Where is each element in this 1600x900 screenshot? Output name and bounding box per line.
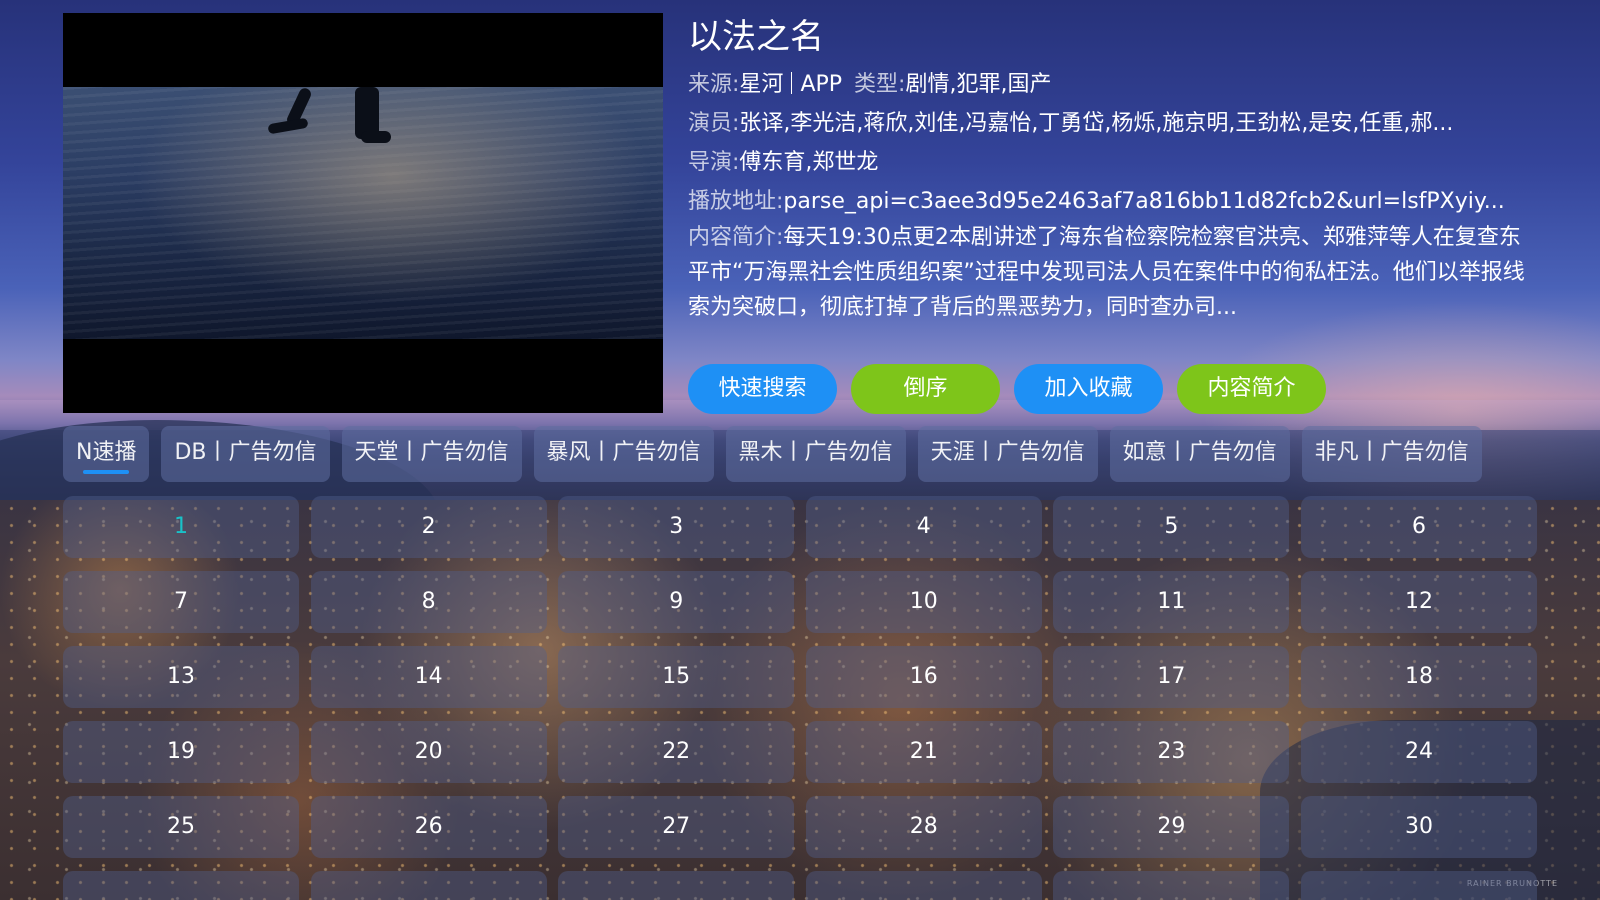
source-tab-label: 非凡丨广告勿信	[1314, 440, 1469, 465]
source-tab-label: 天堂丨广告勿信	[354, 440, 509, 465]
episode-button[interactable]: 21	[805, 721, 1042, 783]
episode-button[interactable]: 30	[1300, 796, 1537, 858]
episode-button[interactable]: 14	[310, 646, 547, 708]
episode-button[interactable]: 1	[63, 496, 299, 558]
source-tab-heimu[interactable]: 黑木丨广告勿信	[725, 426, 906, 482]
episode-button[interactable]: 26	[310, 796, 547, 858]
episode-button[interactable]: 17	[1053, 646, 1290, 708]
episode-button[interactable]: 24	[1300, 721, 1537, 783]
video-info-panel: 以法之名 来源:星河 APP 类型:剧情,犯罪,国产 演员:张译,李光洁,蒋欣,刘佳…	[688, 15, 1548, 325]
episode-button[interactable]: 5	[1053, 496, 1290, 558]
summary-label: 内容简介:	[688, 225, 784, 250]
episode-button[interactable]	[805, 871, 1042, 900]
director-label: 导演:	[688, 150, 740, 175]
episode-button[interactable]	[1300, 871, 1537, 900]
cast-value: 张译,李光洁,蒋欣,刘佳,冯嘉怡,丁勇岱,杨烁,施京明,王劲松,是安,任重,郝.…	[739, 111, 1454, 136]
director-line: 导演:傅东育,郑世龙	[688, 150, 1538, 176]
episode-button[interactable]: 2	[310, 496, 547, 558]
episode-button[interactable]: 12	[1300, 571, 1537, 633]
video-player[interactable]	[63, 13, 663, 413]
video-figure	[263, 86, 403, 147]
video-title: 以法之名	[688, 17, 824, 57]
episode-button[interactable]: 11	[1053, 571, 1290, 633]
episode-button[interactable]	[310, 871, 547, 900]
genre-label: 类型:	[854, 72, 906, 97]
source-label: 来源:	[688, 72, 740, 97]
episode-button[interactable]: 8	[310, 571, 547, 633]
add-favorite-button[interactable]: 加入收藏	[1014, 364, 1163, 414]
source-tab-label: 如意丨广告勿信	[1122, 440, 1277, 465]
source-tab-nsubo[interactable]: N速播	[63, 426, 150, 482]
episode-button[interactable]: 7	[63, 571, 299, 633]
source-tab-ruyi[interactable]: 如意丨广告勿信	[1109, 426, 1290, 482]
play-url-value: parse_api=c3aee3d95e2463af7a816bb11d82fc…	[783, 189, 1505, 214]
episode-button[interactable]	[1053, 871, 1290, 900]
episode-button[interactable]	[558, 871, 795, 900]
episode-button[interactable]: 20	[310, 721, 547, 783]
source-tab-db[interactable]: DB丨广告勿信	[161, 426, 330, 482]
source-line: 来源:星河 APP 类型:剧情,犯罪,国产	[688, 72, 1538, 98]
episode-button[interactable]: 6	[1300, 496, 1537, 558]
episode-button[interactable]: 19	[63, 721, 299, 783]
episode-button[interactable]: 16	[805, 646, 1042, 708]
episode-button[interactable]: 23	[1053, 721, 1290, 783]
source-tab-label: N速播	[76, 440, 137, 465]
episode-button[interactable]	[63, 871, 299, 900]
play-url-line: 播放地址:parse_api=c3aee3d95e2463af7a816bb11…	[688, 189, 1538, 215]
source-tab-feifan[interactable]: 非凡丨广告勿信	[1301, 426, 1482, 482]
source-tab-label: 天涯丨广告勿信	[930, 440, 1085, 465]
episode-grid: 1 2 3 4 5 6 7 8 9 10 11 12 13 14 15 16 17 18 19 20 22 21 23 24 2…	[63, 496, 1537, 900]
summary-text: 内容简介:每天19:30点更2本剧讲述了海东省检察院检察官洪亮、郑雅萍等人在复查…	[688, 220, 1538, 325]
reverse-order-button[interactable]: 倒序	[851, 364, 1000, 414]
episode-button[interactable]: 3	[558, 496, 795, 558]
episode-button[interactable]: 13	[63, 646, 299, 708]
source-tab-baofeng[interactable]: 暴风丨广告勿信	[533, 426, 714, 482]
genre-value: 剧情,犯罪,国产	[905, 72, 1052, 97]
cast-label: 演员:	[688, 111, 740, 136]
source-tab-tianya[interactable]: 天涯丨广告勿信	[917, 426, 1098, 482]
summary-value: 每天19:30点更2本剧讲述了海东省检察院检察官洪亮、郑雅萍等人在复查东平市“万…	[688, 225, 1525, 320]
source-tab-label: 暴风丨广告勿信	[546, 440, 701, 465]
episode-button[interactable]: 10	[805, 571, 1042, 633]
episode-button[interactable]: 4	[805, 496, 1042, 558]
episode-button[interactable]: 22	[558, 721, 795, 783]
source-app: APP	[800, 72, 843, 97]
episode-button[interactable]: 29	[1053, 796, 1290, 858]
cast-line: 演员:张译,李光洁,蒋欣,刘佳,冯嘉怡,丁勇岱,杨烁,施京明,王劲松,是安,任重…	[688, 111, 1538, 137]
episode-button[interactable]: 25	[63, 796, 299, 858]
source-tabs: N速播 DB丨广告勿信 天堂丨广告勿信 暴风丨广告勿信 黑木丨广告勿信 天涯丨广…	[63, 426, 1537, 482]
episode-button[interactable]: 15	[558, 646, 795, 708]
source-tab-label: 黑木丨广告勿信	[738, 440, 893, 465]
source-name: 星河	[739, 72, 784, 97]
play-url-label: 播放地址:	[688, 189, 784, 214]
content-summary-button[interactable]: 内容简介	[1177, 364, 1326, 414]
selected-indicator	[83, 470, 130, 474]
episode-button[interactable]: 27	[558, 796, 795, 858]
video-frame	[63, 86, 663, 339]
source-tab-label: DB丨广告勿信	[174, 440, 317, 465]
director-value: 傅东育,郑世龙	[739, 150, 879, 175]
episode-button[interactable]: 9	[558, 571, 795, 633]
divider	[791, 72, 793, 94]
quick-search-button[interactable]: 快速搜索	[688, 364, 837, 414]
episode-button[interactable]: 28	[805, 796, 1042, 858]
action-bar: 快速搜索 倒序 加入收藏 内容简介	[688, 364, 1326, 414]
source-tab-tiantang[interactable]: 天堂丨广告勿信	[341, 426, 522, 482]
episode-button[interactable]: 18	[1300, 646, 1537, 708]
